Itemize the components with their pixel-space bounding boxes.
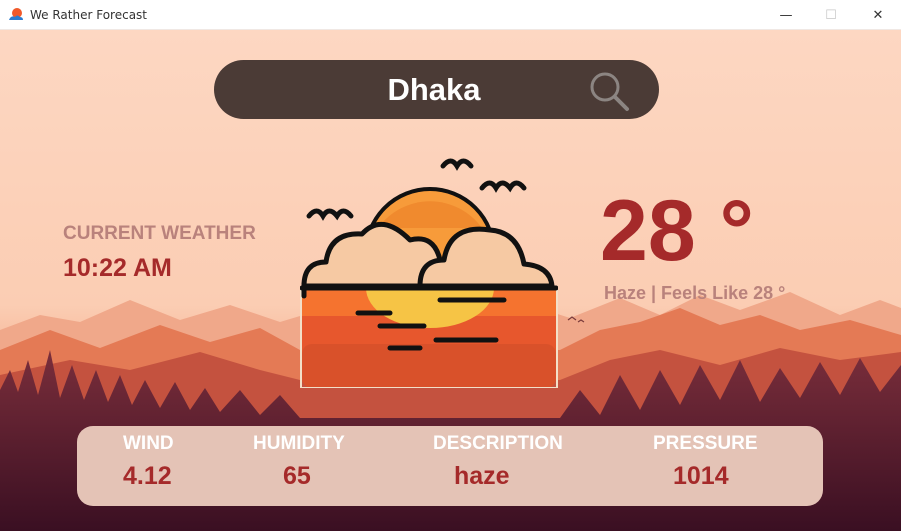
humidity-value: 65 xyxy=(283,462,311,490)
maximize-button[interactable]: ☐ xyxy=(808,0,854,30)
humidity-label: HUMIDITY xyxy=(253,433,345,454)
minimize-button[interactable]: — xyxy=(763,0,809,30)
search-icon[interactable] xyxy=(588,70,630,112)
close-button[interactable]: ✕ xyxy=(855,0,901,30)
temperature-readout: 28 ° xyxy=(600,183,754,279)
app-content: CURRENT WEATHER 10:22 AM 28 ° Haze | Fee… xyxy=(0,30,901,531)
condition-feels-like: Haze | Feels Like 28 ° xyxy=(604,283,786,303)
window-title: We Rather Forecast xyxy=(30,8,148,22)
wind-value: 4.12 xyxy=(123,462,172,490)
current-time: 10:22 AM xyxy=(63,254,172,282)
description-value: haze xyxy=(454,462,510,490)
pressure-value: 1014 xyxy=(673,462,729,490)
sunset-clouds-birds-icon xyxy=(300,158,558,388)
wind-label: WIND xyxy=(123,433,174,454)
pressure-label: PRESSURE xyxy=(653,433,758,454)
title-bar: We Rather Forecast — ☐ ✕ xyxy=(0,0,901,30)
current-weather-label: CURRENT WEATHER xyxy=(63,223,256,244)
app-logo-icon xyxy=(9,8,23,20)
description-label: DESCRIPTION xyxy=(433,433,563,454)
